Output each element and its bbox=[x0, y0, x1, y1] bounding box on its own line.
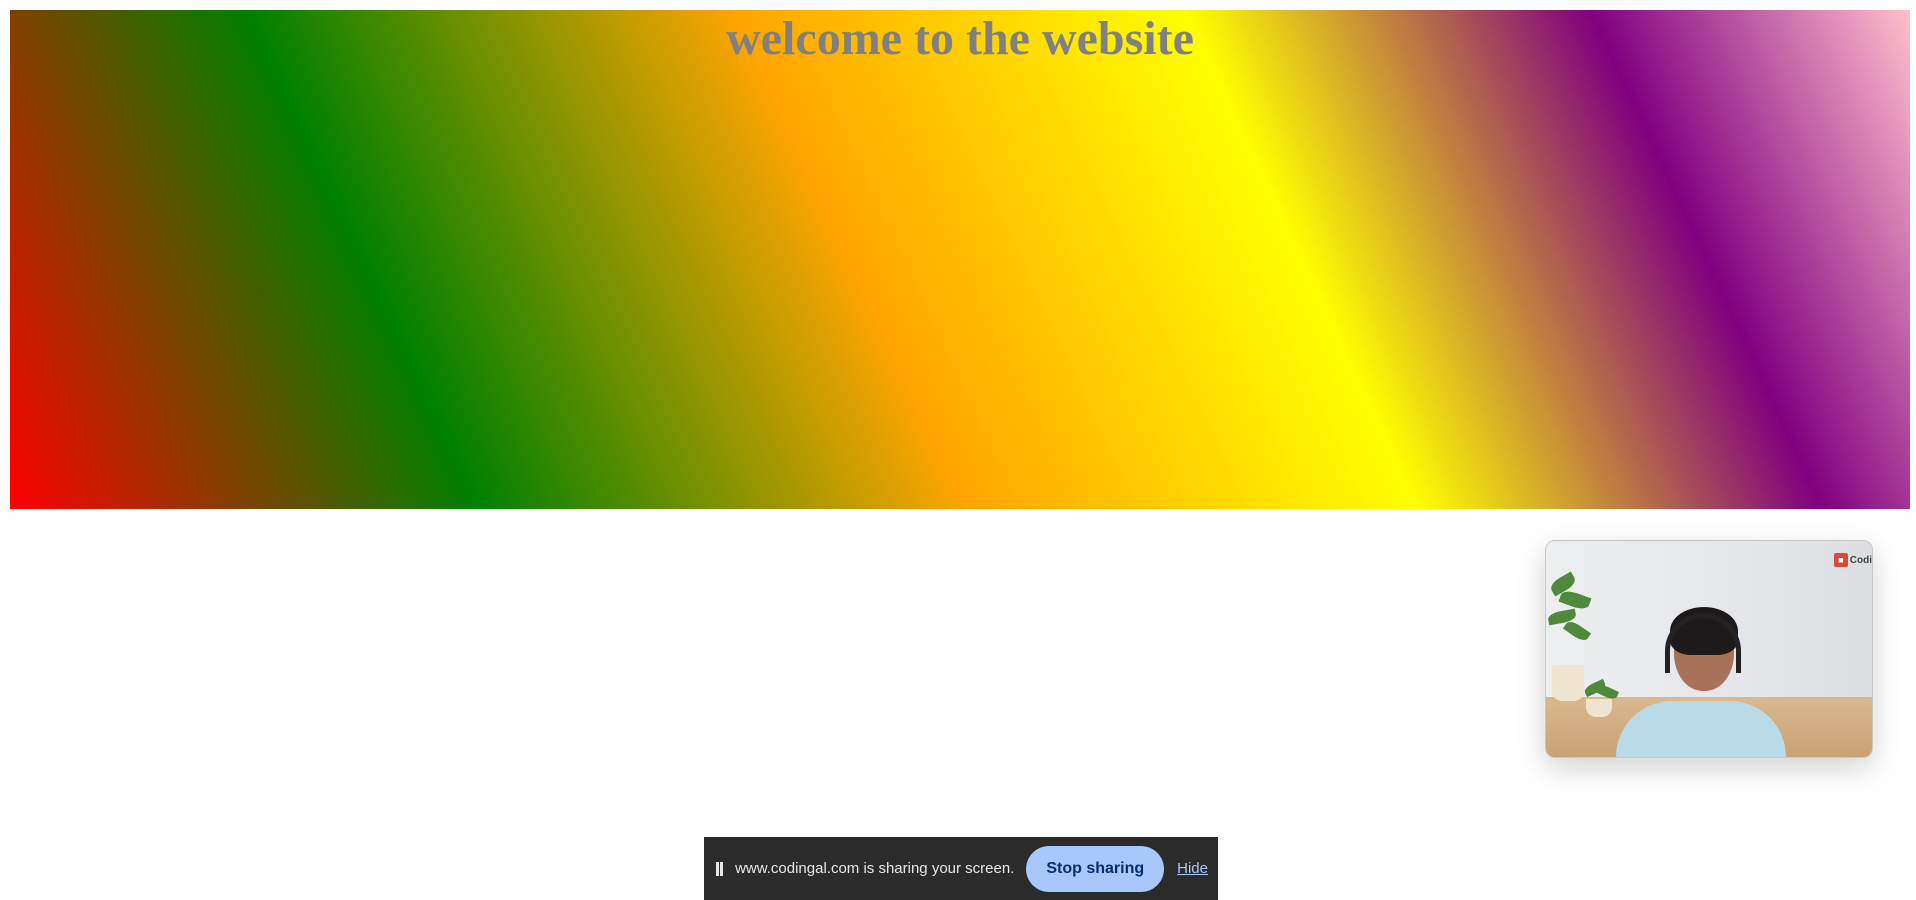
screen-share-bar: www.codingal.com is sharing your screen.… bbox=[704, 837, 1218, 900]
codingal-logo-icon: ■ bbox=[1833, 553, 1848, 567]
person-shoulders bbox=[1616, 701, 1786, 757]
brand-label: Codi bbox=[1849, 554, 1872, 566]
video-brand-badge: ■ Codi bbox=[1833, 553, 1872, 567]
share-status-text: www.codingal.com is sharing your screen. bbox=[735, 860, 1015, 877]
gradient-banner: welcome to the website bbox=[10, 10, 1910, 509]
hide-link[interactable]: Hide bbox=[1177, 860, 1208, 877]
drag-handle-icon[interactable] bbox=[716, 861, 724, 876]
page-title: welcome to the website bbox=[726, 12, 1194, 65]
stop-sharing-button[interactable]: Stop sharing bbox=[1026, 845, 1165, 892]
webcam-video-overlay[interactable]: ■ Codi bbox=[1545, 540, 1873, 758]
